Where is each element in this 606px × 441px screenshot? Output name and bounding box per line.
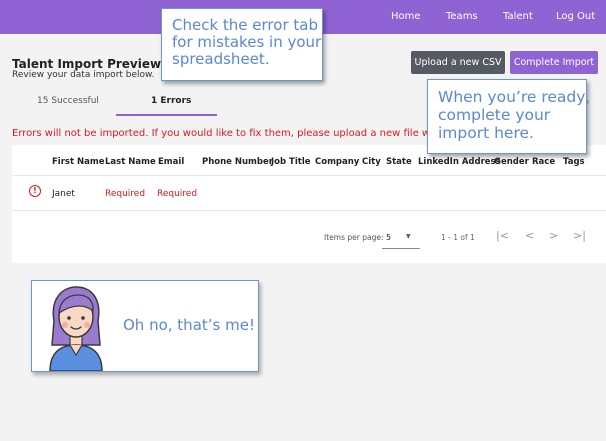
nav-home-link[interactable]: Home	[391, 11, 421, 22]
error-alert-icon: !	[29, 185, 41, 197]
complete-import-button[interactable]: Complete Import	[510, 51, 598, 74]
items-per-page-select[interactable]: 5 ▼	[382, 225, 420, 249]
active-tab-indicator	[116, 114, 217, 116]
column-header-city: City	[362, 157, 381, 167]
column-header-gender: Gender	[494, 157, 529, 167]
cell-first-name: Janet	[52, 189, 75, 199]
column-header-tags: Tags	[563, 157, 585, 167]
nav-teams-link[interactable]: Teams	[446, 11, 478, 22]
cell-email-required: Required	[157, 189, 198, 199]
callout-text: for mistakes in your	[172, 33, 322, 51]
error-tab-callout: Check the error tab for mistakes in your…	[161, 8, 323, 81]
column-header-company: Company	[315, 157, 360, 167]
callout-text: Check the error tab	[172, 16, 318, 34]
page-subtitle: Review your data import below.	[12, 70, 155, 80]
last-page-icon[interactable]: >|	[573, 229, 586, 242]
tab-successful[interactable]: 15 Successful	[37, 96, 99, 106]
cell-last-name-required: Required	[105, 189, 146, 199]
column-header-phone: Phone Number	[202, 157, 273, 167]
column-header-linkedin: LinkedIn Address	[418, 157, 501, 167]
column-header-race: Race	[532, 157, 556, 167]
first-page-icon[interactable]: |<	[496, 229, 509, 242]
import-table-card: First Name Last Name Email Phone Number …	[12, 145, 606, 263]
character-card: Oh no, that’s me!	[31, 280, 259, 372]
error-message: Errors will not be imported. If you woul…	[12, 128, 430, 139]
column-header-first-name: First Name	[52, 157, 105, 167]
tab-errors[interactable]: 1 Errors	[151, 96, 191, 106]
upload-csv-button[interactable]: Upload a new CSV	[411, 51, 505, 74]
previous-page-icon[interactable]: <	[525, 229, 534, 242]
pagination-range: 1 - 1 of 1	[441, 233, 475, 242]
column-header-state: State	[386, 157, 412, 167]
callout-text: spreadsheet.	[172, 50, 270, 68]
nav-talent-link[interactable]: Talent	[503, 11, 533, 22]
next-page-icon[interactable]: >	[549, 229, 558, 242]
items-per-page-label: Items per page:	[324, 233, 384, 242]
column-header-last-name: Last Name	[105, 157, 156, 167]
callout-text: import here.	[438, 124, 534, 142]
page-title: Talent Import Preview	[12, 57, 162, 71]
character-speech: Oh no, that’s me!	[123, 316, 255, 334]
caret-down-icon: ▼	[406, 233, 411, 240]
column-header-job-title: Job Title	[271, 157, 311, 167]
column-header-email: Email	[158, 157, 185, 167]
callout-text: complete your	[438, 106, 551, 124]
nav-logout-link[interactable]: Log Out	[556, 11, 595, 22]
items-per-page-value: 5	[386, 233, 392, 242]
row-divider	[12, 210, 606, 211]
complete-import-callout: When you’re ready, complete your import …	[427, 79, 591, 154]
woman-avatar-icon	[49, 286, 103, 371]
header-divider	[12, 175, 606, 176]
callout-text: When you’re ready,	[438, 88, 591, 106]
